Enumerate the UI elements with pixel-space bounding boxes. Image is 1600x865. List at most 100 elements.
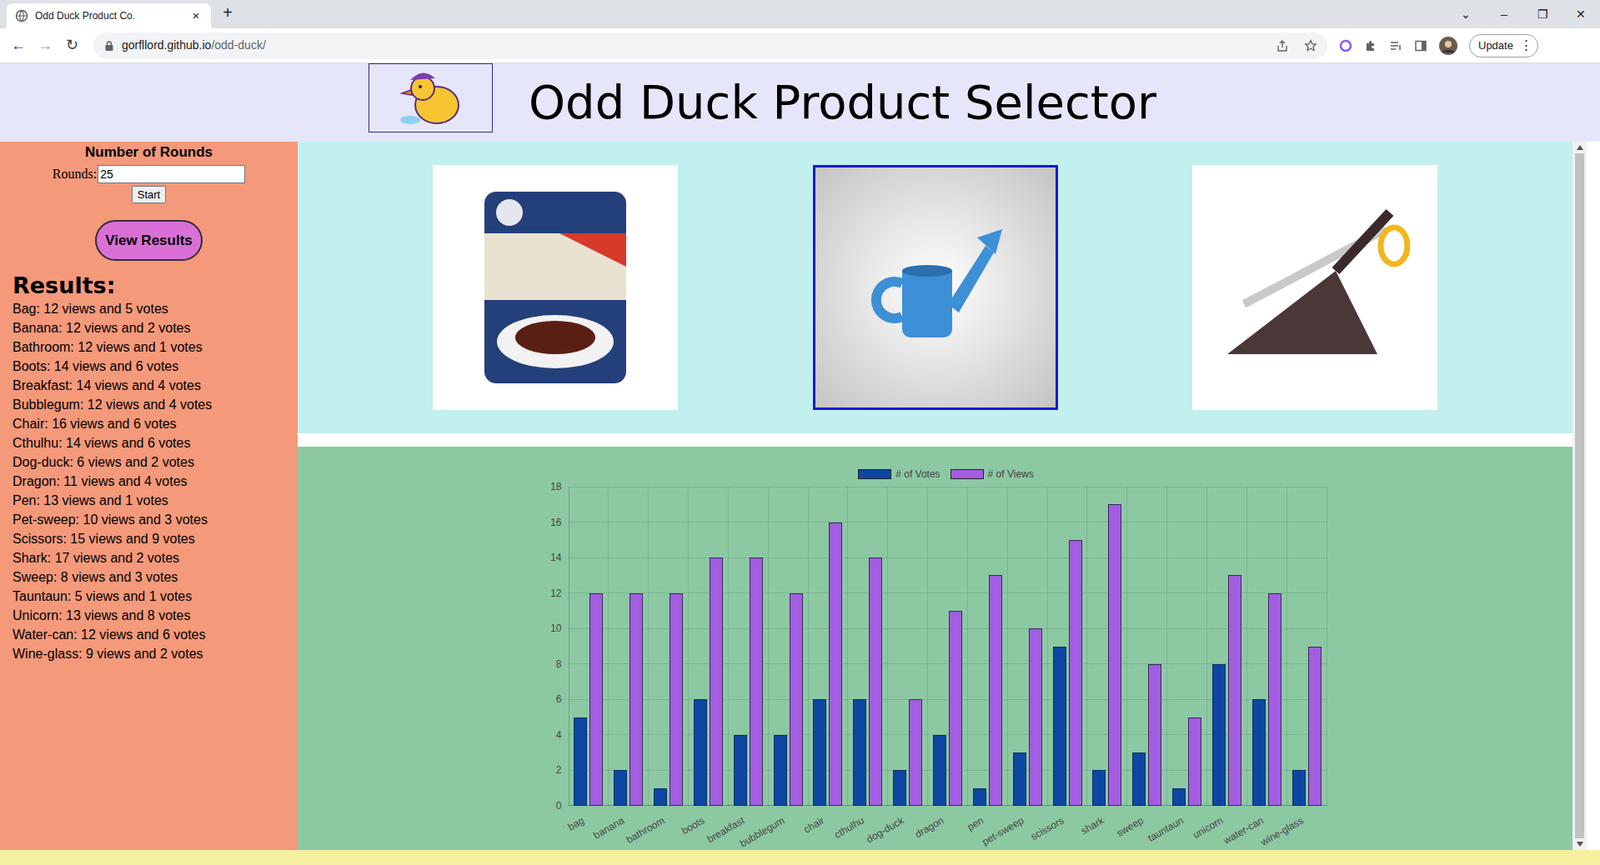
chart-plot [568, 486, 1328, 807]
y-tick-label: 14 [550, 550, 562, 566]
bar-group [927, 486, 969, 807]
views-bar[interactable] [948, 611, 963, 807]
views-bar[interactable] [1108, 504, 1122, 807]
window-control-button[interactable]: ✕ [1561, 0, 1600, 29]
legend-label: # of Votes [895, 466, 940, 482]
start-button[interactable]: Start [131, 185, 166, 204]
views-bar[interactable] [1268, 593, 1282, 807]
votes-bar[interactable] [852, 699, 867, 807]
votes-bar[interactable] [1172, 788, 1186, 807]
nav-button[interactable]: ← [5, 32, 32, 60]
results-list: Bag: 12 views and 5 votesBanana: 12 view… [0, 299, 212, 664]
views-bar[interactable] [1068, 540, 1083, 807]
votes-bar[interactable] [812, 699, 827, 807]
views-bar[interactable] [789, 593, 803, 807]
puzzle-icon[interactable] [1364, 39, 1378, 53]
media-icon[interactable] [1389, 39, 1403, 53]
scrollbar-thumb[interactable] [1574, 153, 1585, 839]
chart-legend: # of Votes # of Views [832, 468, 1038, 481]
bar-group [808, 486, 849, 807]
votes-bar[interactable] [1252, 699, 1266, 807]
legend-item[interactable]: # of Views [950, 466, 1034, 482]
content: # of Votes# of Views 181614121086420 bag… [297, 141, 1573, 851]
votes-bar[interactable] [973, 788, 987, 807]
grid-line [568, 521, 1328, 523]
nav-button[interactable]: → [31, 32, 59, 60]
tab-strip: Odd Duck Product Co. × + ⌄–❐✕ [0, 0, 1600, 29]
scroll-up-icon[interactable] [1576, 145, 1584, 151]
legend-label: # of Views [988, 466, 1034, 482]
product-image[interactable] [1192, 165, 1438, 411]
product-image[interactable] [812, 165, 1059, 411]
views-bar[interactable] [669, 593, 683, 807]
tab-close-button[interactable]: × [189, 6, 203, 26]
y-tick-label: 4 [556, 727, 562, 743]
votes-bar[interactable] [613, 770, 627, 807]
views-bar[interactable] [828, 522, 843, 807]
votes-bar[interactable] [773, 735, 788, 807]
bar-group [1167, 486, 1208, 807]
scrollbar[interactable] [1572, 141, 1587, 851]
votes-bar[interactable] [1013, 752, 1027, 807]
extension-icon[interactable] [1339, 39, 1353, 53]
extension-icons: Update ⋮ [1339, 34, 1539, 58]
window-control-button[interactable]: ⌄ [1446, 0, 1485, 29]
bar-group [688, 486, 729, 807]
votes-bar[interactable] [932, 735, 947, 807]
product-image[interactable] [432, 165, 678, 411]
y-tick-label: 6 [556, 692, 562, 708]
scroll-down-icon[interactable] [1576, 842, 1584, 848]
views-bar[interactable] [629, 593, 643, 807]
views-bar[interactable] [908, 699, 923, 807]
views-bar[interactable] [988, 575, 1003, 807]
address-bar[interactable]: gorfllord.github.io/odd-duck/ [93, 32, 1328, 60]
views-bar[interactable] [1228, 575, 1242, 807]
avatar-icon[interactable] [1439, 36, 1458, 56]
views-bar[interactable] [589, 593, 603, 807]
views-bar[interactable] [1028, 628, 1043, 807]
menu-button[interactable]: ⋮ [1519, 35, 1533, 56]
legend-swatch [857, 469, 892, 480]
votes-bar[interactable] [693, 699, 708, 807]
star-icon[interactable] [1304, 39, 1318, 53]
bar-group [608, 486, 649, 807]
views-bar[interactable] [868, 557, 883, 807]
browser-tab[interactable]: Odd Duck Product Co. × [6, 3, 211, 29]
watering-can-picture-icon [852, 204, 1019, 372]
sidepanel-icon[interactable] [1414, 39, 1428, 53]
votes-bar[interactable] [1132, 752, 1146, 807]
views-bar[interactable] [749, 557, 763, 807]
x-tick: wine-glass [1287, 806, 1328, 845]
votes-bar[interactable] [1292, 770, 1306, 807]
section-gap [297, 433, 1573, 447]
votes-bar[interactable] [733, 735, 748, 807]
update-label: Update [1478, 37, 1514, 55]
view-results-button[interactable]: View Results [95, 220, 203, 261]
votes-bar[interactable] [653, 788, 668, 807]
bar-group [1127, 486, 1168, 807]
votes-bar[interactable] [1092, 770, 1106, 807]
result-item: Shark: 17 views and 2 votes [12, 548, 212, 568]
result-item: Dog-duck: 6 views and 2 votes [12, 452, 212, 472]
nav-button[interactable]: ↻ [58, 32, 86, 60]
rounds-input[interactable] [97, 165, 246, 184]
legend-item[interactable]: # of Votes [857, 466, 940, 482]
views-bar[interactable] [1148, 664, 1162, 807]
views-bar[interactable] [709, 557, 723, 807]
bar-group [887, 486, 928, 807]
window-control-button[interactable]: ❐ [1523, 0, 1562, 29]
window-control-button[interactable]: – [1484, 0, 1524, 29]
votes-bar[interactable] [1212, 664, 1226, 807]
votes-bar[interactable] [573, 717, 587, 807]
bar-group [728, 486, 769, 807]
votes-bar[interactable] [892, 770, 907, 807]
share-icon[interactable] [1275, 39, 1290, 53]
y-tick-label: 12 [550, 586, 562, 602]
views-bar[interactable] [1188, 717, 1202, 807]
sidebar: Number of Rounds Rounds: Start View Resu… [0, 141, 298, 851]
votes-bar[interactable] [1053, 647, 1067, 808]
new-tab-button[interactable]: + [219, 0, 236, 26]
views-bar[interactable] [1308, 647, 1322, 808]
update-button[interactable]: Update ⋮ [1469, 34, 1539, 58]
bar-area [568, 486, 1328, 807]
